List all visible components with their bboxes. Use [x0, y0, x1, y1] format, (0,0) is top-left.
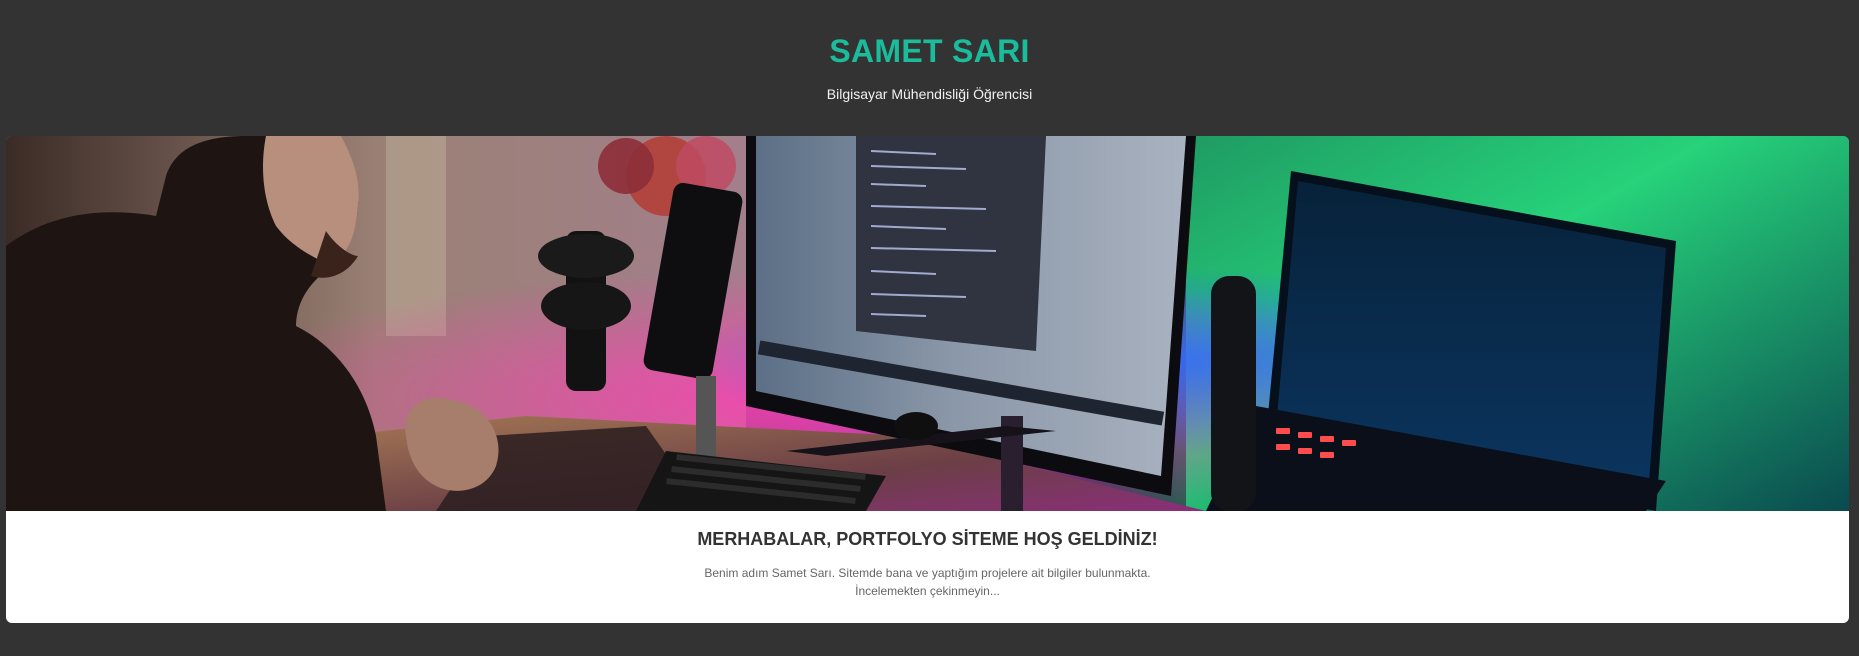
- hero-illustration: [6, 136, 1849, 511]
- welcome-card: MERHABALAR, PORTFOLYO SİTEME HOŞ GELDİNİ…: [6, 136, 1849, 623]
- site-title: SAMET SARI: [829, 33, 1030, 69]
- hero-image: [6, 136, 1849, 511]
- site-subtitle: Bilgisayar Mühendisliği Öğrencisi: [826, 86, 1033, 102]
- intro-paragraph: Benim adım Samet Sarı. Sitemde bana ve y…: [704, 566, 1151, 598]
- site-header: SAMET SARI Bilgisayar Mühendisliği Öğren…: [0, 0, 1859, 136]
- welcome-heading: MERHABALAR, PORTFOLYO SİTEME HOŞ GELDİNİ…: [697, 529, 1158, 549]
